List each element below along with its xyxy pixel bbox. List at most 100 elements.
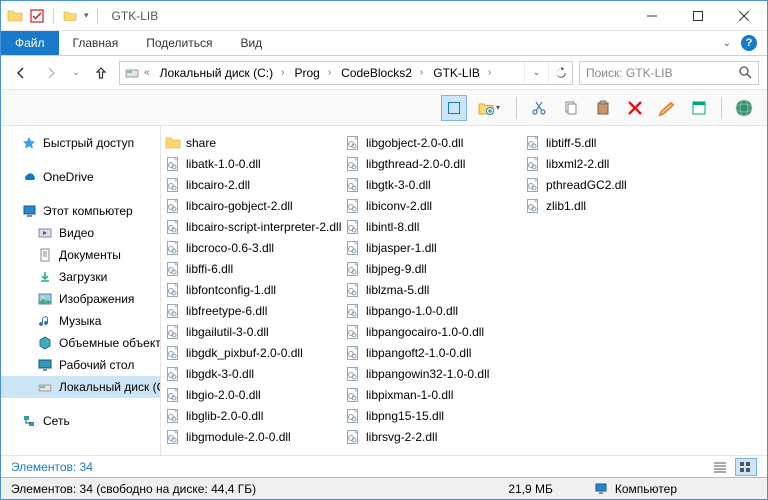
sidebar-onedrive[interactable]: OneDrive <box>1 166 160 188</box>
maximize-button[interactable] <box>675 1 721 31</box>
tab-home[interactable]: Главная <box>59 31 133 55</box>
search-input[interactable]: Поиск: GTK-LIB <box>579 61 759 85</box>
sidebar-3d[interactable]: Объемные объекты <box>1 332 160 354</box>
sidebar-downloads[interactable]: Загрузки <box>1 266 160 288</box>
file-item[interactable]: libpixman-1-0.dll <box>341 384 521 405</box>
ribbon-expand-icon[interactable]: ⌄ <box>723 38 731 49</box>
file-item[interactable]: librsvg-2-2.dll <box>341 426 521 447</box>
chevron-icon[interactable]: › <box>416 67 427 78</box>
quick-access-toolbar: ▾ <box>1 8 106 24</box>
file-item[interactable]: libgobject-2.0-0.dll <box>341 132 521 153</box>
file-item[interactable]: libfreetype-6.dll <box>161 300 341 321</box>
sidebar-network[interactable]: Сеть <box>1 410 160 432</box>
file-item[interactable]: libgailutil-3-0.dll <box>161 321 341 342</box>
sidebar-music[interactable]: Музыка <box>1 310 160 332</box>
file-item[interactable]: libfontconfig-1.dll <box>161 279 341 300</box>
file-item[interactable]: pthreadGC2.dll <box>521 174 701 195</box>
file-list[interactable]: sharelibatk-1.0-0.dlllibcairo-2.dlllibca… <box>161 126 767 455</box>
file-item[interactable]: libffi-6.dll <box>161 258 341 279</box>
extra-tool-button[interactable] <box>731 95 757 121</box>
breadcrumb-bar[interactable]: « Локальный диск (C:)› Prog› CodeBlocks2… <box>119 61 573 85</box>
file-item[interactable]: libcairo-gobject-2.dll <box>161 195 341 216</box>
chevron-icon[interactable]: › <box>277 67 288 78</box>
refresh-button[interactable] <box>548 62 572 84</box>
file-item[interactable]: libtiff-5.dll <box>521 132 701 153</box>
up-button[interactable] <box>89 61 113 85</box>
crumb-gtklib[interactable]: GTK-LIB <box>427 62 484 84</box>
dll-icon <box>165 429 181 445</box>
crumb-disk[interactable]: Локальный диск (C:) <box>154 62 278 84</box>
ribbon-right: ⌄ ? <box>723 31 767 55</box>
rename-button[interactable] <box>654 95 680 121</box>
file-item[interactable]: libatk-1.0-0.dll <box>161 153 341 174</box>
qat-dropdown-icon[interactable]: ▾ <box>84 10 89 21</box>
sidebar-desktop[interactable]: Рабочий стол <box>1 354 160 376</box>
file-item[interactable]: libgdk_pixbuf-2.0-0.dll <box>161 342 341 363</box>
file-item[interactable]: libiconv-2.dll <box>341 195 521 216</box>
chevron-icon[interactable]: « <box>140 67 154 78</box>
sidebar-pictures[interactable]: Изображения <box>1 288 160 310</box>
history-dropdown[interactable]: ⌄ <box>524 62 548 84</box>
sidebar-documents[interactable]: Документы <box>1 244 160 266</box>
file-item[interactable]: libpangoft2-1.0-0.dll <box>341 342 521 363</box>
dll-icon <box>165 387 181 403</box>
file-item[interactable]: libpangocairo-1.0-0.dll <box>341 321 521 342</box>
tab-file[interactable]: Файл <box>1 31 59 55</box>
view-icons-button[interactable] <box>735 458 757 476</box>
tab-view[interactable]: Вид <box>226 31 276 55</box>
body: Быстрый доступ OneDrive Этот компьютер В… <box>1 126 767 455</box>
chevron-icon[interactable]: › <box>324 67 335 78</box>
file-item[interactable]: libcairo-script-interpreter-2.dll <box>161 216 341 237</box>
sidebar-this-pc[interactable]: Этот компьютер <box>1 200 160 222</box>
file-item[interactable]: share <box>161 132 341 153</box>
properties-button[interactable] <box>686 95 712 121</box>
file-item[interactable]: libgdk-3-0.dll <box>161 363 341 384</box>
file-item[interactable]: libpangowin32-1.0-0.dll <box>341 363 521 384</box>
dll-icon <box>165 198 181 214</box>
file-item[interactable]: liblzma-5.dll <box>341 279 521 300</box>
file-name: liblzma-5.dll <box>366 283 429 297</box>
search-placeholder: Поиск: GTK-LIB <box>586 66 673 80</box>
minimize-button[interactable] <box>629 1 675 31</box>
file-item[interactable]: libgio-2.0-0.dll <box>161 384 341 405</box>
file-name: libjpeg-9.dll <box>366 262 427 276</box>
file-item[interactable]: libjasper-1.dll <box>341 237 521 258</box>
delete-button[interactable] <box>622 95 648 121</box>
dll-icon <box>165 324 181 340</box>
file-item[interactable]: zlib1.dll <box>521 195 701 216</box>
recent-dropdown[interactable]: ⌄ <box>69 61 83 85</box>
back-button[interactable] <box>9 61 33 85</box>
close-button[interactable] <box>721 1 767 31</box>
sidebar-quick-access[interactable]: Быстрый доступ <box>1 132 160 154</box>
forward-button[interactable] <box>39 61 63 85</box>
crumb-prog[interactable]: Prog <box>288 62 323 84</box>
view-list-button[interactable] <box>441 95 467 121</box>
file-item[interactable]: libxml2-2.dll <box>521 153 701 174</box>
view-details-button[interactable] <box>709 458 731 476</box>
sidebar-disk-c[interactable]: Локальный диск (C:) <box>1 376 160 398</box>
help-icon[interactable]: ? <box>741 35 757 51</box>
folder-small-icon[interactable] <box>62 8 78 24</box>
cut-button[interactable] <box>526 95 552 121</box>
separator <box>721 97 722 119</box>
file-item[interactable]: libcairo-2.dll <box>161 174 341 195</box>
file-item[interactable]: libgthread-2.0-0.dll <box>341 153 521 174</box>
new-folder-dropdown[interactable]: ▾ <box>473 95 507 121</box>
crumb-codeblocks[interactable]: CodeBlocks2 <box>335 62 416 84</box>
file-item[interactable]: libgmodule-2.0-0.dll <box>161 426 341 447</box>
chevron-icon[interactable]: › <box>484 67 495 78</box>
properties-icon[interactable] <box>29 8 45 24</box>
dll-icon <box>165 282 181 298</box>
tab-share[interactable]: Поделиться <box>132 31 226 55</box>
copy-button[interactable] <box>558 95 584 121</box>
sidebar-videos[interactable]: Видео <box>1 222 160 244</box>
file-item[interactable]: libglib-2.0-0.dll <box>161 405 341 426</box>
search-icon[interactable] <box>739 66 752 79</box>
file-item[interactable]: libintl-8.dll <box>341 216 521 237</box>
file-item[interactable]: libjpeg-9.dll <box>341 258 521 279</box>
file-item[interactable]: libpango-1.0-0.dll <box>341 300 521 321</box>
file-item[interactable]: libgtk-3-0.dll <box>341 174 521 195</box>
file-item[interactable]: libcroco-0.6-3.dll <box>161 237 341 258</box>
file-item[interactable]: libpng15-15.dll <box>341 405 521 426</box>
paste-button[interactable] <box>590 95 616 121</box>
